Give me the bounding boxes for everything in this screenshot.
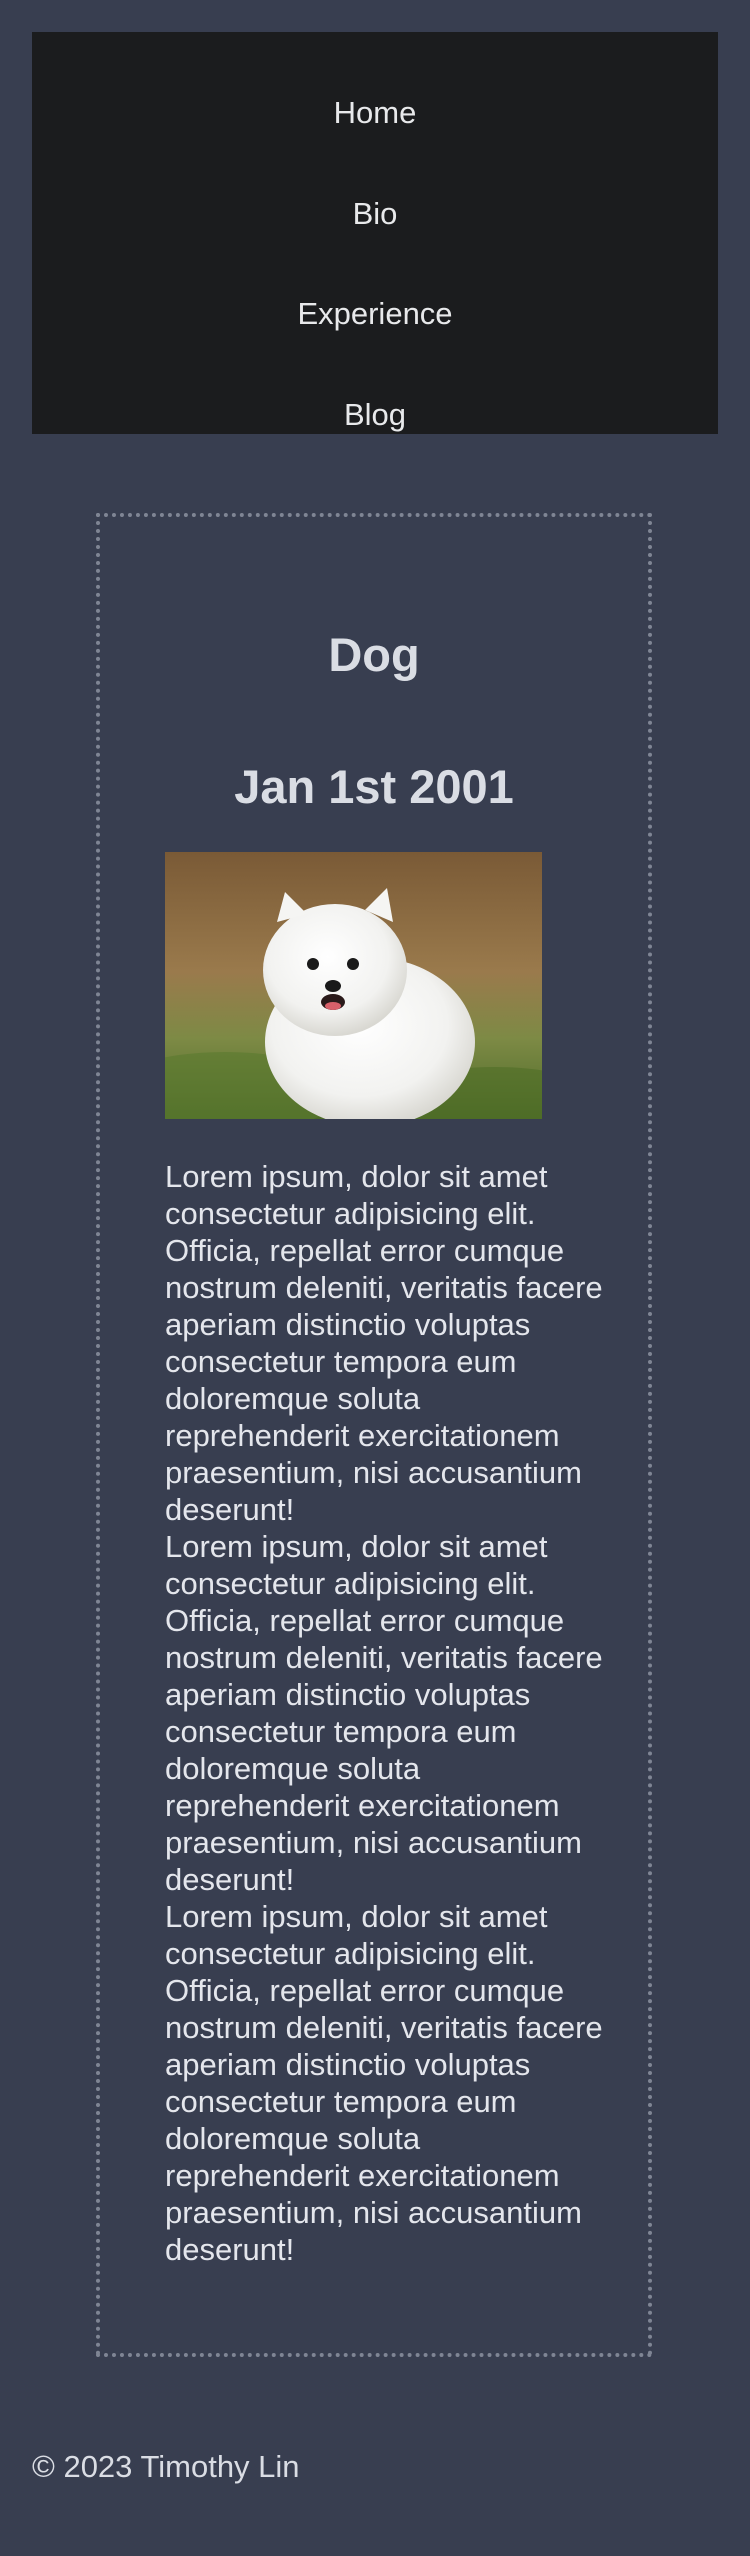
post-paragraph: Lorem ipsum, dolor sit amet consectetur … — [165, 1159, 603, 1527]
post-title: Dog — [328, 628, 420, 681]
blog-post-card: Dog Jan 1st 2001 Lorem ipsum, dolor sit … — [96, 513, 652, 2357]
main-nav: Home Bio Experience Blog — [32, 32, 718, 434]
nav-link-home[interactable]: Home — [32, 83, 718, 143]
post-paragraph: Lorem ipsum, dolor sit amet consectetur … — [165, 1899, 603, 2267]
nav-link-blog[interactable]: Blog — [32, 385, 718, 445]
nav-link-bio[interactable]: Bio — [32, 184, 718, 244]
post-date: Jan 1st 2001 — [234, 760, 514, 813]
dog-photo — [165, 852, 542, 1119]
post-body: Lorem ipsum, dolor sit amet consectetur … — [165, 1158, 605, 2268]
nav-link-experience[interactable]: Experience — [32, 284, 718, 344]
footer-copyright: © 2023 Timothy Lin — [32, 2449, 300, 2484]
post-paragraph: Lorem ipsum, dolor sit amet consectetur … — [165, 1529, 603, 1897]
